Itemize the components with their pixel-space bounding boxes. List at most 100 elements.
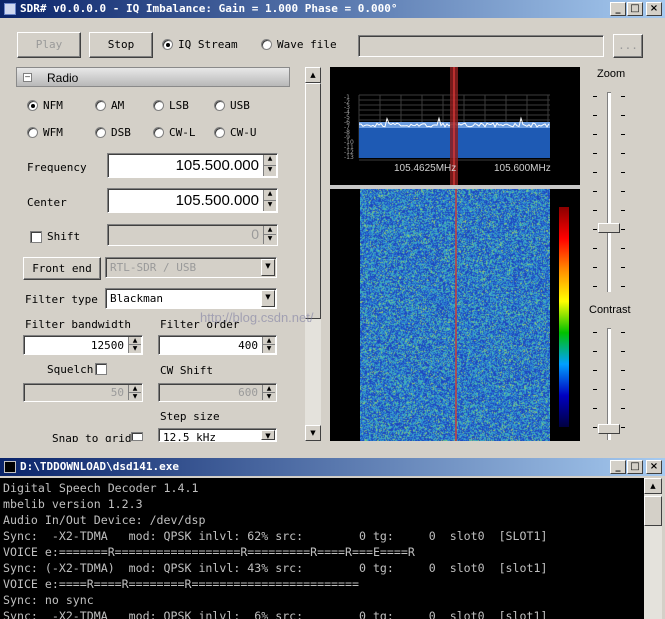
- mode-radio-cwu[interactable]: [214, 127, 225, 138]
- front-end-select[interactable]: RTL-SDR / USB ▼: [105, 257, 277, 278]
- squelch-input[interactable]: 50 ▲ ▼: [23, 383, 143, 402]
- slider-tick: [621, 351, 625, 352]
- console-output[interactable]: Digital Speech Decoder 1.4.1 mbelib vers…: [0, 478, 644, 619]
- freq-label-right: 105.600MHz: [494, 163, 551, 174]
- slider-tick: [621, 286, 625, 287]
- cw-shift-spinner[interactable]: ▲ ▼: [262, 385, 275, 400]
- contrast-thumb[interactable]: [598, 424, 620, 434]
- scroll-up-icon[interactable]: ▲: [305, 67, 321, 83]
- minimize-button[interactable]: _: [610, 2, 626, 16]
- snap-to-grid-label: Snap to grid: [52, 432, 131, 442]
- console-scroll-thumb[interactable]: [644, 496, 662, 526]
- shift-spinner[interactable]: ▲ ▼: [263, 226, 276, 244]
- shift-checkbox[interactable]: [30, 231, 42, 243]
- mode-radio-cwl[interactable]: [153, 127, 164, 138]
- close-button[interactable]: ×: [646, 2, 662, 16]
- slider-tick: [621, 370, 625, 371]
- console-minimize-button[interactable]: _: [610, 460, 626, 474]
- center-label: Center: [27, 196, 67, 209]
- play-button[interactable]: Play: [17, 32, 81, 58]
- maximize-button[interactable]: □: [627, 2, 643, 16]
- slider-tick: [593, 210, 597, 211]
- wave-file-path-field[interactable]: [358, 35, 604, 57]
- console-line: Sync: -X2-TDMA mod: QPSK inlvl: 62% src:…: [3, 528, 644, 544]
- shift-label: Shift: [47, 230, 80, 243]
- watermark: http://blog.csdn.net/: [200, 310, 313, 325]
- center-input[interactable]: 105.500.000 ▲ ▼: [107, 188, 278, 213]
- panel-scrollbar[interactable]: ▲ ▼: [305, 67, 321, 441]
- step-size-dropdown-icon[interactable]: ▼: [261, 430, 275, 440]
- filter-bandwidth-value: 12500: [91, 339, 124, 352]
- step-size-value: 12.5 kHz: [163, 431, 216, 442]
- shift-input[interactable]: 0 ▲ ▼: [107, 224, 278, 246]
- db-tick-label: -13: [344, 154, 354, 161]
- cw-shift-input[interactable]: 600 ▲ ▼: [158, 383, 277, 402]
- filter-type-label: Filter type: [25, 293, 98, 306]
- shift-value: 0: [251, 226, 259, 242]
- slider-tick: [593, 96, 597, 97]
- mode-radio-am[interactable]: [95, 100, 106, 111]
- iq-stream-radio[interactable]: [162, 39, 173, 50]
- mode-label-cwl: CW-L: [169, 126, 196, 139]
- console-line: mbelib version 1.2.3: [3, 496, 644, 512]
- front-end-value: RTL-SDR / USB: [110, 261, 196, 274]
- filter-type-dropdown-icon[interactable]: ▼: [261, 290, 275, 307]
- front-end-button[interactable]: Front end: [23, 257, 101, 280]
- snap-to-grid-checkbox[interactable]: [131, 432, 143, 441]
- mode-radio-dsb[interactable]: [95, 127, 106, 138]
- waterfall-display[interactable]: [330, 189, 580, 441]
- mode-radio-usb[interactable]: [214, 100, 225, 111]
- dsd-titlebar[interactable]: D:\TDDOWNLOAD\dsd141.exe _ □ ×: [0, 458, 665, 476]
- mode-label-wfm: WFM: [43, 126, 63, 139]
- console-maximize-button[interactable]: □: [627, 460, 643, 474]
- mode-label-am: AM: [111, 99, 124, 112]
- filter-type-select[interactable]: Blackman ▼: [105, 288, 277, 309]
- console-line: Sync: no sync: [3, 592, 644, 608]
- mode-radio-lsb[interactable]: [153, 100, 164, 111]
- filter-order-input[interactable]: 400 ▲ ▼: [158, 335, 277, 355]
- filter-order-spinner[interactable]: ▲ ▼: [262, 337, 275, 353]
- zoom-label: Zoom: [597, 68, 625, 80]
- mode-label-nfm: NFM: [43, 99, 63, 112]
- frequency-input[interactable]: 105.500.000 ▲ ▼: [107, 153, 278, 178]
- frequency-spinner[interactable]: ▲ ▼: [263, 155, 276, 176]
- center-spinner[interactable]: ▲ ▼: [263, 190, 276, 211]
- step-size-label: Step size: [160, 410, 220, 423]
- color-scale-bar: [559, 207, 569, 427]
- filter-bandwidth-input[interactable]: 12500 ▲ ▼: [23, 335, 143, 355]
- slider-tick: [593, 229, 597, 230]
- front-end-dropdown-icon[interactable]: ▼: [261, 259, 275, 276]
- collapse-icon[interactable]: –: [23, 73, 32, 82]
- filter-bandwidth-spinner[interactable]: ▲ ▼: [128, 337, 141, 353]
- mode-radio-nfm[interactable]: [27, 100, 38, 111]
- freq-label-left: 105.4625MHz: [394, 163, 456, 174]
- slider-tick: [621, 389, 625, 390]
- mode-radio-wfm[interactable]: [27, 127, 38, 138]
- scroll-thumb[interactable]: [305, 83, 321, 319]
- slider-tick: [621, 332, 625, 333]
- console-scrollbar[interactable]: ▲: [644, 478, 662, 619]
- squelch-checkbox[interactable]: [95, 363, 107, 375]
- slider-tick: [621, 134, 625, 135]
- browse-button[interactable]: ...: [613, 34, 643, 58]
- spectrum-display[interactable]: -1 -2 -3 -4 -5 -6 -7 -8 -9 -10 -11 -12 -13 105.4625M…: [330, 67, 580, 185]
- console-scroll-up-icon[interactable]: ▲: [644, 478, 662, 494]
- squelch-value: 50: [111, 386, 124, 399]
- radio-panel-header[interactable]: – Radio: [16, 67, 290, 87]
- stop-button[interactable]: Stop: [89, 32, 153, 58]
- squelch-spinner[interactable]: ▲ ▼: [128, 385, 141, 400]
- scroll-down-icon[interactable]: ▼: [305, 425, 321, 441]
- frequency-value: 105.500.000: [176, 157, 259, 174]
- slider-tick: [593, 427, 597, 428]
- slider-tick: [593, 267, 597, 268]
- slider-tick: [621, 191, 625, 192]
- console-close-button[interactable]: ×: [646, 460, 662, 474]
- sdr-titlebar[interactable]: SDR# v0.0.0.0 - IQ Imbalance: Gain = 1.0…: [0, 0, 665, 18]
- waterfall-tuned-line: [455, 189, 457, 441]
- wave-file-radio[interactable]: [261, 39, 272, 50]
- slider-tick: [593, 286, 597, 287]
- zoom-thumb[interactable]: [598, 223, 620, 233]
- cw-shift-label: CW Shift: [160, 364, 213, 377]
- slider-tick: [593, 332, 597, 333]
- step-size-select[interactable]: 12.5 kHz ▼: [158, 428, 277, 442]
